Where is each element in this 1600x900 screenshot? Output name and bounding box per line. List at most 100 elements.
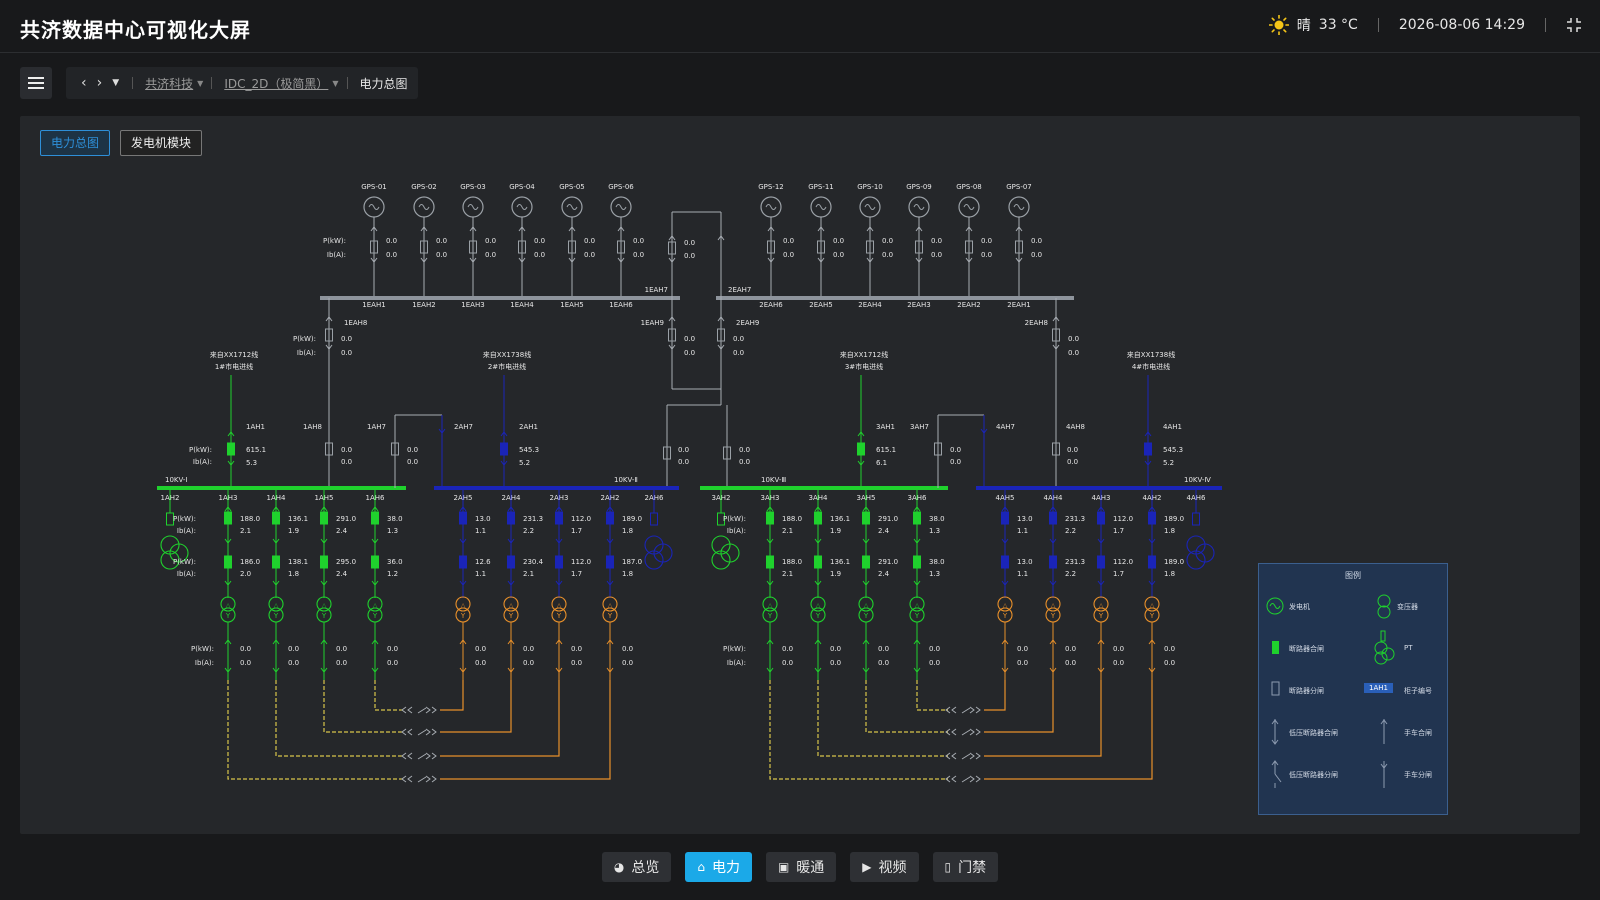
ib-value: 0.0	[782, 659, 793, 667]
pkw-value: 0.0	[1017, 645, 1028, 653]
pkw-value: 0.0	[288, 645, 299, 653]
cabinet-label: 1EAH8	[344, 319, 367, 327]
lv-closed-icon	[1271, 719, 1279, 745]
incoming-breaker-icon	[227, 442, 235, 456]
generator-wave-icon	[566, 204, 578, 210]
pkw-value: 0.0	[833, 237, 844, 245]
feeder-breaker-icon	[814, 555, 822, 569]
pkw-label: P(kW):	[189, 446, 212, 454]
nav-access-label: 门禁	[958, 860, 987, 876]
transformer-delta-icon: △	[322, 602, 327, 609]
transformer-delta-icon: △	[274, 602, 279, 609]
nav-access-button[interactable]: ▯ 门禁	[932, 852, 999, 882]
ib-value: 0.0	[981, 251, 992, 259]
nav-power-button[interactable]: ⌂ 电力	[685, 852, 752, 882]
feeder-breaker-icon	[1097, 555, 1105, 569]
legend: 图例 发电机 变压器 断路器合闸 PT 断路器分闸 1AH1 柜子编号 低压断路…	[1258, 563, 1448, 815]
lv-switch-icon	[961, 752, 981, 760]
transformer-delta-icon: △	[1003, 602, 1008, 609]
feeder-breaker-icon	[224, 511, 232, 525]
ib-value: 1.1	[1017, 570, 1028, 578]
nav-hvac-button[interactable]: ▣ 暖通	[765, 852, 837, 882]
generator-label: GPS-06	[608, 183, 634, 191]
transformer-wye-icon: Y	[508, 612, 514, 620]
pkw-value: 136.1	[830, 515, 850, 523]
bus-label: 10KV-Ⅲ	[761, 476, 786, 484]
transformer-wye-icon: Y	[863, 612, 869, 620]
cabinet-label: 1EAH1	[362, 301, 385, 309]
transformer-wye-icon: Y	[556, 612, 562, 620]
cabinet-label: 1AH8	[303, 423, 322, 431]
pkw-value: 0.0	[950, 446, 961, 454]
transformer-delta-icon: △	[1150, 602, 1155, 609]
nav-video-button[interactable]: ▶ 视频	[850, 852, 919, 882]
nav-overview-label: 总览	[631, 860, 660, 876]
ib-value: 0.0	[1031, 251, 1042, 259]
incoming-line-label: 来自XX1738线	[1127, 350, 1175, 359]
generator-label: GPS-04	[509, 183, 535, 191]
ib-label: Ib(A):	[727, 659, 746, 667]
pkw-value: 0.0	[882, 237, 893, 245]
cart-open-icon	[401, 706, 413, 714]
pkw-value: 112.0	[1113, 558, 1133, 566]
lv-switch-icon	[417, 706, 437, 714]
pkw-value: 0.0	[1031, 237, 1042, 245]
feeder-breaker-icon	[459, 511, 467, 525]
pkw-value: 0.0	[571, 645, 582, 653]
ib-value: 0.0	[534, 251, 545, 259]
ib-value: 0.0	[341, 349, 352, 357]
feeder-breaker-icon	[272, 555, 280, 569]
nav-overview-button[interactable]: ◕ 总览	[601, 852, 672, 882]
pkw-value: 291.0	[878, 515, 898, 523]
ib-value: 5.2	[519, 459, 530, 467]
pkw-value: 231.3	[1065, 515, 1085, 523]
cart-open-icon	[401, 752, 413, 760]
transformer-delta-icon: △	[226, 602, 231, 609]
ib-value: 1.1	[475, 570, 486, 578]
ib-value: 0.0	[783, 251, 794, 259]
pkw-value: 0.0	[739, 446, 750, 454]
pkw-value: 136.1	[830, 558, 850, 566]
pkw-label: P(kW):	[173, 515, 196, 523]
pkw-value: 0.0	[341, 446, 352, 454]
transformer-wye-icon: Y	[1002, 612, 1008, 620]
feeder-breaker-icon	[371, 555, 379, 569]
transformer-wye-icon: Y	[767, 612, 773, 620]
ib-value: 1.8	[1164, 570, 1175, 578]
cabinet-label: 1EAH5	[560, 301, 583, 309]
pkw-label: P(kW):	[191, 645, 214, 653]
feeder-breaker-icon	[606, 511, 614, 525]
ib-value: 0.0	[950, 458, 961, 466]
pkw-value: 0.0	[633, 237, 644, 245]
hvac-icon: ▣	[777, 860, 790, 874]
transformer-wye-icon: Y	[460, 612, 466, 620]
pkw-value: 13.0	[1017, 558, 1033, 566]
pkw-value: 0.0	[782, 645, 793, 653]
ib-value: 0.0	[240, 659, 251, 667]
pkw-value: 187.0	[622, 558, 642, 566]
feeder-breaker-icon	[814, 511, 822, 525]
legend-breaker-open: 断路器分闸	[1289, 687, 1324, 695]
ib-value: 1.9	[830, 570, 841, 578]
lv-switch-icon	[417, 752, 437, 760]
ib-label: Ib(A):	[193, 458, 212, 466]
feeder-breaker-icon	[1001, 555, 1009, 569]
cabinet-label: 2AH1	[519, 423, 538, 431]
generator-label: GPS-07	[1006, 183, 1032, 191]
generator-wave-icon	[913, 204, 925, 210]
pkw-value: 545.3	[519, 446, 539, 454]
ib-value: 0.0	[584, 251, 595, 259]
transformer-wye-icon: Y	[914, 612, 920, 620]
generator-wave-icon	[963, 204, 975, 210]
feeder-breaker-icon	[1049, 555, 1057, 569]
lv-tie-wire	[984, 680, 1054, 733]
cabinet-label: 2EAH6	[759, 301, 783, 309]
lv-switch-icon	[961, 775, 981, 783]
generator-wave-icon	[368, 204, 380, 210]
feeder-breaker-icon	[507, 511, 515, 525]
generator-wave-icon	[615, 204, 627, 210]
feeder-breaker-icon	[1097, 511, 1105, 525]
pkw-value: 295.0	[336, 558, 356, 566]
feeder-breaker-icon	[1148, 511, 1156, 525]
ib-value: 0.0	[288, 659, 299, 667]
